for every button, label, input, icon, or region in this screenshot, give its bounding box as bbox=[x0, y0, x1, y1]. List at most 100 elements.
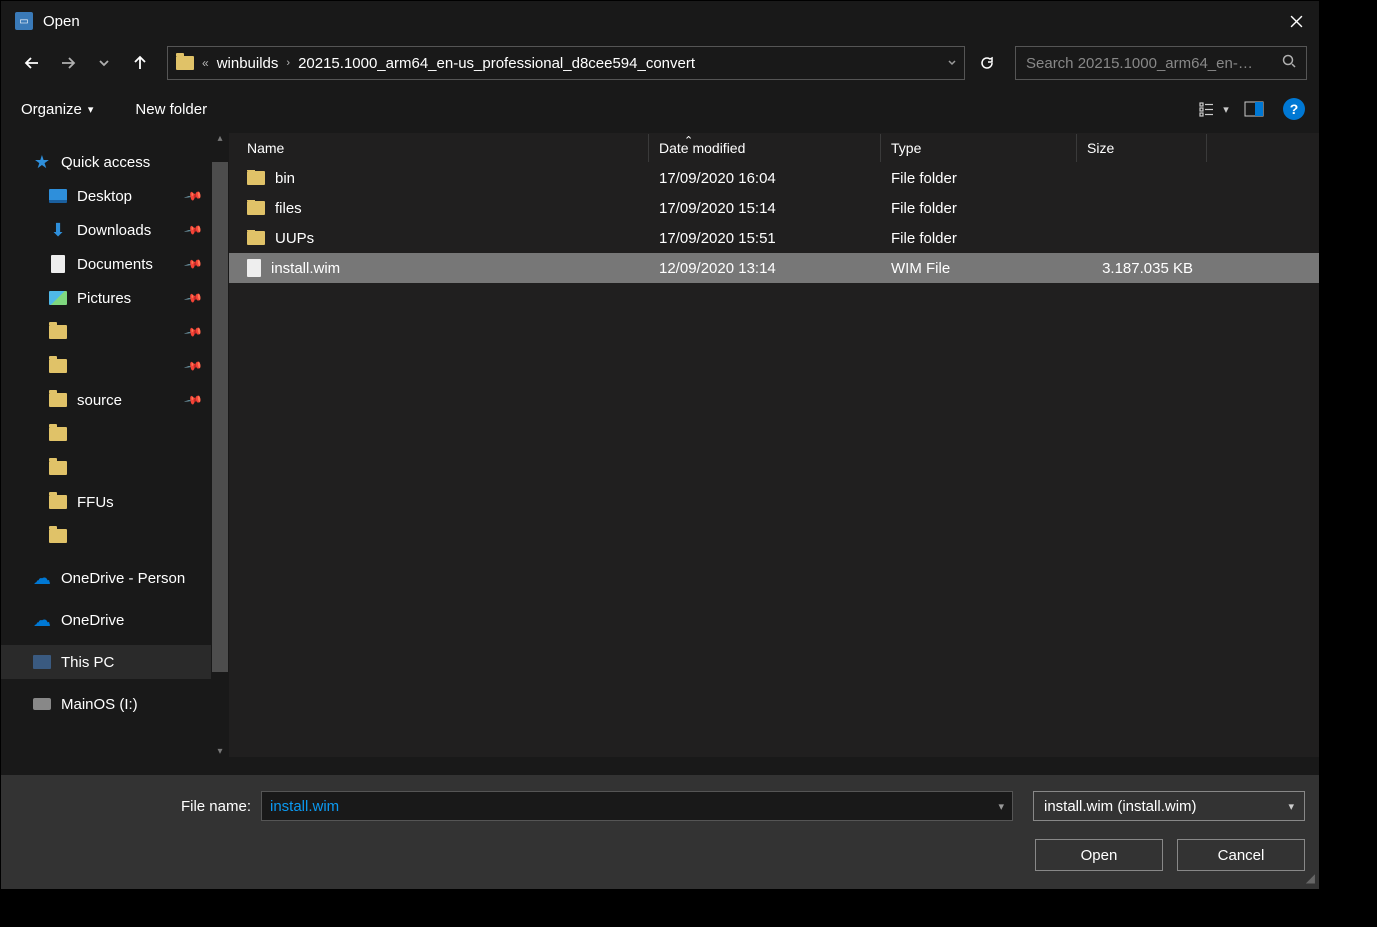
file-type: File folder bbox=[881, 200, 1077, 217]
sort-indicator-icon: ⌃ bbox=[684, 134, 693, 147]
help-button[interactable]: ? bbox=[1283, 98, 1305, 120]
breadcrumb-overflow: « bbox=[202, 56, 209, 70]
search-input[interactable]: Search 20215.1000_arm64_en-… bbox=[1015, 46, 1307, 80]
filename-label: File name: bbox=[1, 798, 261, 815]
refresh-button[interactable] bbox=[967, 46, 1007, 80]
folder-icon bbox=[49, 393, 67, 407]
scroll-down-icon[interactable]: ▾ bbox=[217, 746, 222, 757]
file-row[interactable]: files 17/09/2020 15:14File folder bbox=[229, 193, 1319, 223]
file-name: files bbox=[275, 200, 302, 217]
resize-grip[interactable]: ◢ bbox=[1306, 871, 1315, 885]
file-name: UUPs bbox=[275, 230, 314, 247]
star-icon: ★ bbox=[34, 152, 50, 173]
sidebar-item[interactable]: FFUs bbox=[1, 485, 229, 519]
sidebar-drive-mainos[interactable]: MainOS (I:) bbox=[1, 687, 229, 721]
file-list: ⌃ Name Date modified Type Size bin17/09/… bbox=[229, 133, 1319, 757]
file-name: install.wim bbox=[271, 260, 340, 277]
chevron-down-icon: ▾ bbox=[88, 103, 94, 116]
folder-icon bbox=[247, 171, 265, 185]
back-button[interactable] bbox=[15, 46, 49, 80]
folder-icon bbox=[247, 231, 265, 245]
pin-icon: 📌 bbox=[183, 186, 203, 206]
view-options-button[interactable]: ▾ bbox=[1197, 95, 1231, 123]
sidebar-scrollbar[interactable]: ▴ ▾ bbox=[211, 133, 229, 757]
sidebar-item[interactable] bbox=[1, 451, 229, 485]
sidebar-item[interactable]: Pictures 📌 bbox=[1, 281, 229, 315]
forward-button[interactable] bbox=[51, 46, 85, 80]
file-type: File folder bbox=[881, 170, 1077, 187]
desktop-icon bbox=[49, 189, 67, 203]
organize-button[interactable]: Organize ▾ bbox=[21, 101, 93, 118]
file-row[interactable]: install.wim 12/09/2020 13:14WIM File3.187… bbox=[229, 253, 1319, 283]
sidebar-item[interactable] bbox=[1, 519, 229, 553]
pin-icon: 📌 bbox=[183, 288, 203, 308]
folder-icon bbox=[49, 529, 67, 543]
file-type: WIM File bbox=[881, 260, 1077, 277]
dialog-body: ★ Quick access Desktop📌⬇Downloads📌Docume… bbox=[1, 133, 1319, 757]
file-size: 3.187.035 KB bbox=[1077, 260, 1207, 277]
folder-icon bbox=[49, 427, 67, 441]
cloud-icon: ☁ bbox=[33, 568, 51, 589]
chevron-down-icon[interactable]: ▾ bbox=[998, 800, 1004, 813]
breadcrumb[interactable]: 20215.1000_arm64_en-us_professional_d8ce… bbox=[298, 55, 695, 72]
picture-icon bbox=[49, 291, 67, 305]
sidebar-item-label: source bbox=[77, 392, 122, 409]
app-icon: ▭ bbox=[15, 12, 33, 30]
file-row[interactable]: bin17/09/2020 16:04File folder bbox=[229, 163, 1319, 193]
scroll-up-icon[interactable]: ▴ bbox=[217, 133, 222, 144]
breadcrumb[interactable]: winbuilds bbox=[217, 55, 279, 72]
sidebar-item[interactable]: source 📌 bbox=[1, 383, 229, 417]
search-placeholder: Search 20215.1000_arm64_en-… bbox=[1026, 55, 1253, 72]
recent-locations-button[interactable] bbox=[87, 46, 121, 80]
chevron-down-icon[interactable]: ▾ bbox=[1288, 800, 1294, 813]
column-type[interactable]: Type bbox=[881, 134, 1077, 162]
close-button[interactable] bbox=[1273, 1, 1319, 41]
folder-icon bbox=[247, 201, 265, 215]
file-row[interactable]: UUPs17/09/2020 15:51File folder bbox=[229, 223, 1319, 253]
sidebar-item[interactable]: Documents📌 bbox=[1, 247, 229, 281]
column-size[interactable]: Size bbox=[1077, 134, 1207, 162]
column-name[interactable]: Name bbox=[229, 134, 649, 162]
new-folder-button[interactable]: New folder bbox=[135, 101, 207, 118]
address-dropdown[interactable] bbox=[946, 55, 958, 72]
open-file-dialog: ▭ Open « winbuilds › 20215.1000_arm64_en… bbox=[0, 0, 1320, 890]
filename-input[interactable]: install.wim ▾ bbox=[261, 791, 1013, 821]
dialog-footer: File name: install.wim ▾ install.wim (in… bbox=[1, 775, 1319, 889]
sidebar-quick-access[interactable]: ★ Quick access bbox=[1, 145, 229, 179]
navigation-bar: « winbuilds › 20215.1000_arm64_en-us_pro… bbox=[1, 41, 1319, 85]
address-bar[interactable]: « winbuilds › 20215.1000_arm64_en-us_pro… bbox=[167, 46, 965, 80]
navigation-pane: ★ Quick access Desktop📌⬇Downloads📌Docume… bbox=[1, 133, 229, 757]
sidebar-item[interactable] bbox=[1, 417, 229, 451]
sidebar-item[interactable]: Desktop📌 bbox=[1, 179, 229, 213]
window-title: Open bbox=[43, 13, 80, 30]
pin-icon: 📌 bbox=[183, 322, 203, 342]
pin-icon: 📌 bbox=[183, 356, 203, 376]
folder-icon bbox=[49, 495, 67, 509]
title-bar: ▭ Open bbox=[1, 1, 1319, 41]
pin-icon: 📌 bbox=[183, 390, 203, 410]
pin-icon: 📌 bbox=[183, 220, 203, 240]
sidebar-item-label: Pictures bbox=[77, 290, 131, 307]
scrollbar-thumb[interactable] bbox=[212, 162, 228, 672]
sidebar-item[interactable]: ⬇ Downloads 📌 bbox=[1, 213, 229, 247]
file-date: 12/09/2020 13:14 bbox=[649, 260, 881, 277]
search-icon bbox=[1282, 54, 1296, 72]
up-button[interactable] bbox=[123, 46, 157, 80]
open-button[interactable]: Open bbox=[1035, 839, 1163, 871]
folder-icon bbox=[49, 461, 67, 475]
file-date: 17/09/2020 15:14 bbox=[649, 200, 881, 217]
sidebar-item[interactable]: 📌 bbox=[1, 349, 229, 383]
chevron-right-icon[interactable]: › bbox=[286, 57, 290, 69]
cancel-button[interactable]: Cancel bbox=[1177, 839, 1305, 871]
file-type-filter[interactable]: install.wim (install.wim) ▾ bbox=[1033, 791, 1305, 821]
download-icon: ⬇ bbox=[50, 220, 65, 241]
preview-pane-button[interactable] bbox=[1237, 95, 1271, 123]
file-icon bbox=[247, 259, 261, 277]
pin-icon: 📌 bbox=[183, 254, 203, 274]
sidebar-item[interactable]: 📌 bbox=[1, 315, 229, 349]
sidebar-this-pc[interactable]: This PC bbox=[1, 645, 229, 679]
sidebar-item-label: Downloads bbox=[77, 222, 151, 239]
sidebar-onedrive[interactable]: ☁ OneDrive bbox=[1, 603, 229, 637]
sidebar-onedrive-personal[interactable]: ☁ OneDrive - Person bbox=[1, 561, 229, 595]
folder-icon bbox=[49, 359, 67, 373]
